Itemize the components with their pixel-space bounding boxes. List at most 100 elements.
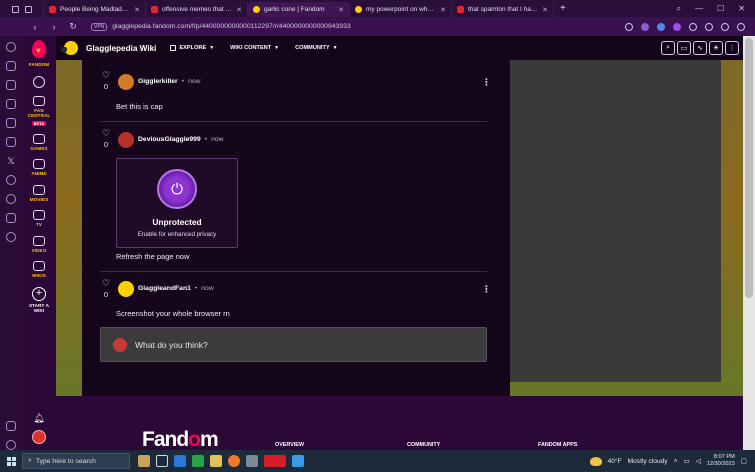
news-widget-icon[interactable] [138,455,150,467]
history-icon[interactable] [6,194,16,204]
network-icon[interactable]: ▭ [683,457,689,465]
search-icon[interactable]: ⌕ [661,41,675,55]
heart-outline-icon[interactable]: ♡ [102,129,110,138]
weather-temp[interactable]: 40°F [608,458,622,465]
minimize-icon[interactable]: — [695,4,703,14]
extension-icon-3[interactable] [673,22,681,31]
vpn-privacy-card[interactable]: ⏻ Unprotected Enable for enhanced privac… [116,158,238,248]
close-icon[interactable]: ✕ [134,6,140,14]
fandom-logo-icon[interactable]: ♥ [30,40,48,62]
maximize-icon[interactable]: ☐ [717,4,724,14]
nav-explore[interactable]: EXPLORE ▼ [170,45,214,51]
close-icon[interactable]: ✕ [440,6,446,14]
weather-desc[interactable]: Mostly cloudy [628,458,668,465]
activity-icon[interactable]: ∿ [693,41,707,55]
x-twitter-icon[interactable]: 𝕏 [6,156,16,166]
forward-icon[interactable]: › [49,22,59,32]
nav-start-a-wiki[interactable]: + START A WIKI [29,286,49,314]
comment-username[interactable]: Gigglerkiller [138,78,178,85]
extension-icon-2[interactable] [657,22,665,31]
comment-options-icon[interactable]: ⋮ [482,285,491,294]
browser-tab-5[interactable]: that spamton that I hate - ✕ [452,2,554,17]
easy-setup-icon[interactable] [737,22,745,31]
new-tab-button[interactable]: + [554,3,572,14]
url-text[interactable]: glagglepedia.fandom.com/f/p/440000000000… [112,23,350,30]
back-icon[interactable]: ‹ [30,22,40,32]
search-icon[interactable] [33,75,45,88]
task-view-icon[interactable] [156,455,168,467]
browser-tab-2[interactable]: offensive memes that if yl ✕ [146,2,248,17]
nav-tv[interactable]: TV [33,210,45,228]
instagram-icon[interactable] [6,175,16,185]
like-control[interactable]: ♡ 0 [100,129,112,150]
fandom-search[interactable] [33,75,45,88]
user-avatar[interactable] [32,430,46,444]
heart-outline-icon[interactable] [689,22,697,31]
tab-controls[interactable] [0,2,44,17]
windows-start-icon[interactable] [0,456,22,466]
opera-gx-icon[interactable] [264,455,286,467]
extension-icon[interactable] [641,22,649,31]
whatsapp-icon[interactable] [6,137,16,147]
nav-wikis[interactable]: WIKIS [32,261,46,279]
reply-input[interactable]: What do you think? [100,327,487,362]
fandom-brand-label[interactable]: FANDOM [29,62,50,68]
nav-movies[interactable]: MOVIES [30,184,48,203]
weather-icon[interactable] [589,456,602,466]
app-icon[interactable] [192,455,204,467]
wallet-icon[interactable] [6,80,16,90]
reading-mode-icon[interactable]: ▭ [677,41,691,55]
theme-toggle-icon[interactable]: ☀ [709,41,723,55]
chevron-up-icon[interactable]: ˄ [674,458,678,465]
more-icon[interactable] [6,440,16,450]
like-control[interactable]: ♡ 0 [100,279,112,300]
footer-fandom-logo[interactable]: Fandom [142,428,219,450]
close-window-icon[interactable]: ✕ [738,4,745,14]
nav-fan-central[interactable]: FAN CENTRAL BETA [28,95,51,126]
url-field[interactable]: VPN glagglepedia.fandom.com/f/p/44000000… [91,22,351,31]
search-tabs-icon[interactable]: ⌕ [677,4,681,14]
notifications-bell-icon[interactable]: 🔔︎ [33,413,44,424]
close-icon[interactable]: ✕ [542,6,548,14]
workspace-icon[interactable] [11,6,19,13]
taskbar-clock[interactable]: 8:07 PM 12/30/2023 [707,454,735,468]
camera-icon[interactable] [625,22,633,31]
file-explorer-icon[interactable] [210,455,222,467]
heart-outline-icon[interactable]: ♡ [102,71,110,80]
download-icon[interactable] [721,22,729,31]
cube-icon[interactable] [705,22,713,31]
browser-tab-4[interactable]: my powerpoint on why ho ✕ [350,2,452,17]
calculator-icon[interactable] [246,455,258,467]
power-icon[interactable]: ⏻ [157,169,197,209]
avatar[interactable] [118,281,134,297]
close-icon[interactable]: ✕ [236,6,242,14]
nav-games[interactable]: GAMES [30,133,48,152]
volume-icon[interactable]: ◁ [696,457,701,465]
comment-username[interactable]: GlaggleandFan1 [138,285,191,292]
nav-anime[interactable]: ANIME [31,159,47,177]
aria-icon[interactable] [6,118,16,128]
mail-icon[interactable] [174,455,186,467]
close-icon[interactable]: ✕ [338,6,344,14]
nav-wiki-content[interactable]: WIKI CONTENT ▼ [230,45,279,51]
nav-video[interactable]: VIDEO [32,235,47,254]
tab-list-icon[interactable] [24,6,32,13]
shopping-icon[interactable] [6,61,16,71]
firefox-icon[interactable] [228,455,240,467]
scrollbar-thumb[interactable] [745,38,753,298]
social-icon[interactable] [6,99,16,109]
reply-placeholder[interactable]: What do you think? [135,340,208,350]
wiki-title[interactable]: Glagglepedia Wiki [86,44,156,53]
browser-tab-1[interactable]: People Being Madlads - Yo ✕ [44,2,146,17]
avatar[interactable] [118,132,134,148]
comment-options-icon[interactable]: ⋮ [482,78,491,87]
taskbar-search-input[interactable]: ⌕ Type here to search [22,453,130,469]
box-icon[interactable] [6,213,16,223]
heart-outline-icon[interactable]: ♡ [102,279,110,288]
page-scrollbar[interactable] [743,36,755,450]
nav-community[interactable]: COMMUNITY ▼ [295,45,337,51]
browser-tab-3[interactable]: garlic cone | Fandom ✕ [248,2,350,17]
reload-icon[interactable]: ↻ [68,21,78,32]
sidebar-setup-icon[interactable] [6,421,16,431]
comment-username[interactable]: DeviousGlaggle999 [138,136,201,143]
